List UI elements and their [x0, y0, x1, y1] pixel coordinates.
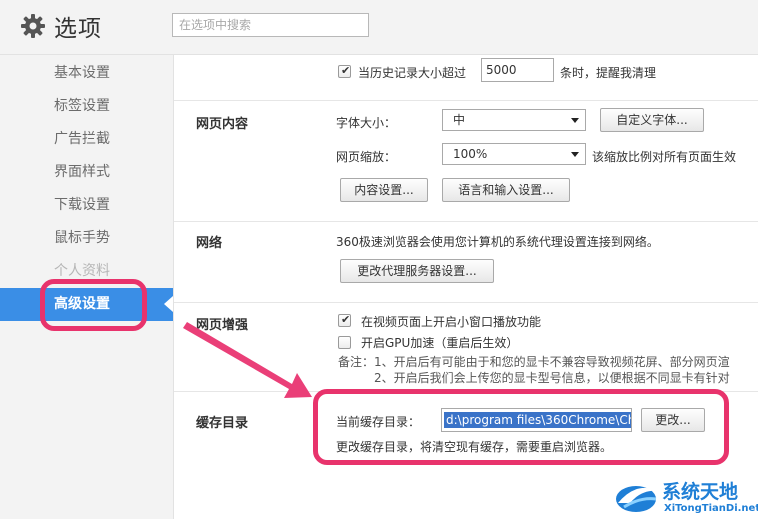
gear-icon: [21, 14, 45, 38]
enhance-title: 网页增强: [196, 318, 249, 333]
mini-player-checkbox[interactable]: ✔: [338, 313, 351, 327]
sidebar-item-adblock[interactable]: 广告拦截: [0, 123, 173, 156]
font-size-select[interactable]: 中: [442, 109, 586, 131]
cache-title: 缓存目录: [196, 416, 249, 431]
font-size-label: 字体大小：: [336, 116, 397, 130]
sidebar-item-gestures[interactable]: 鼠标手势: [0, 222, 173, 255]
history-limit-input[interactable]: 5000: [481, 58, 554, 82]
webcontent-section: 网页内容 字体大小： 中 自定义字体... 网页缩放： 100% 该缩放比例对所…: [174, 101, 758, 222]
custom-font-button[interactable]: 自定义字体...: [600, 108, 704, 132]
content-settings-button[interactable]: 内容设置...: [340, 178, 428, 202]
history-suffix-label: 条时，提醒我清理: [560, 66, 657, 80]
sidebar-item-advanced[interactable]: 高级设置: [0, 288, 173, 321]
header-bar: 选项: [0, 0, 758, 55]
network-title: 网络: [196, 236, 223, 251]
sidebar-item-appearance[interactable]: 界面样式: [0, 156, 173, 189]
history-prefix-label: 当历史记录大小超过: [358, 66, 467, 80]
cache-path-field[interactable]: d:\program files\360Chrome\Chrc: [441, 408, 632, 432]
check-icon: ✔: [341, 64, 351, 77]
watermark-logo: 系统天地 XiTongTianDi.net: [606, 471, 758, 519]
mini-player-label: 在视频页面上开启小窗口播放功能: [361, 315, 542, 329]
zoom-select[interactable]: 100%: [442, 143, 586, 165]
history-limit-checkbox[interactable]: ✔: [338, 64, 351, 78]
zoom-note: 该缩放比例对所有页面生效: [592, 150, 737, 164]
cache-hint: 更改缓存目录，将清空现有缓存，需要重启浏览器。: [336, 440, 613, 454]
enhance-section: 网页增强 ✔ 在视频页面上开启小窗口播放功能 开启GPU加速（重启后生效） 备注…: [174, 303, 758, 392]
webcontent-title: 网页内容: [196, 117, 249, 132]
chevron-down-icon: [571, 152, 579, 157]
zoom-label: 网页缩放：: [336, 150, 397, 164]
page-title: 选项: [54, 16, 102, 42]
sidebar-item-basic[interactable]: 基本设置: [0, 57, 173, 90]
sidebar-item-download[interactable]: 下载设置: [0, 189, 173, 222]
change-cache-button[interactable]: 更改...: [641, 408, 705, 432]
zoom-value: 100%: [453, 147, 488, 161]
gpu-accel-checkbox[interactable]: [338, 336, 351, 349]
sidebar: 基本设置 标签设置 广告拦截 界面样式 下载设置 鼠标手势 个人资料 高级设置: [0, 55, 174, 519]
font-size-value: 中: [453, 113, 466, 127]
cache-path-value: d:\program files\360Chrome\Chrc: [444, 412, 631, 428]
language-input-button[interactable]: 语言和输入设置...: [442, 178, 570, 202]
chevron-down-icon: [571, 118, 579, 123]
history-section: ✔ 当历史记录大小超过 5000 条时，提醒我清理: [174, 55, 758, 101]
network-section: 网络 360极速浏览器会使用您计算机的系统代理设置连接到网络。 更改代理服务器设…: [174, 222, 758, 303]
network-description: 360极速浏览器会使用您计算机的系统代理设置连接到网络。: [336, 235, 659, 249]
watermark-url: XiTongTianDi.net: [664, 503, 758, 514]
gpu-note-1: 备注：1、开启后有可能由于和您的显卡不兼容导致视频花屏、部分网页渲: [338, 355, 730, 369]
cache-section: 缓存目录 当前缓存目录： d:\program files\360Chrome\…: [174, 392, 758, 472]
gpu-note-2: 2、开启后我们会上传您的显卡型号信息，以便根据不同显卡有针对: [374, 371, 730, 385]
sidebar-item-tabs[interactable]: 标签设置: [0, 90, 173, 123]
watermark-text: 系统天地: [662, 481, 739, 503]
proxy-settings-button[interactable]: 更改代理服务器设置...: [340, 259, 494, 283]
search-input[interactable]: [172, 13, 369, 37]
active-pointer: [164, 296, 173, 312]
check-icon: ✔: [341, 313, 351, 326]
sidebar-item-profile[interactable]: 个人资料: [0, 255, 173, 288]
cache-current-label: 当前缓存目录：: [336, 415, 421, 429]
gpu-accel-label: 开启GPU加速（重启后生效）: [361, 336, 519, 350]
